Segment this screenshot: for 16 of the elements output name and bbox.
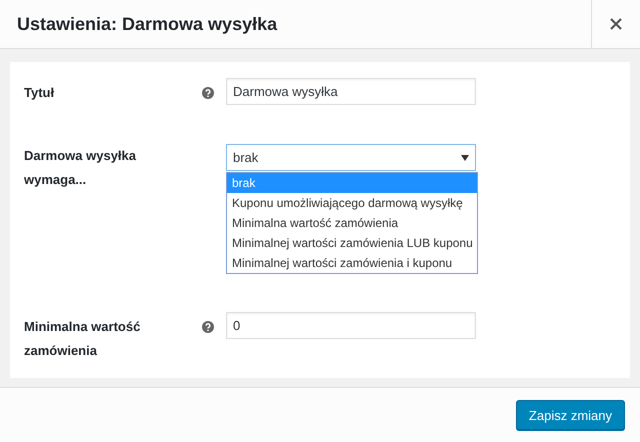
- field-label: Tytuł: [24, 84, 56, 102]
- field-label: Darmowa wysyłka wymaga...: [24, 147, 138, 190]
- text-field[interactable]: Darmowa wysyłka: [226, 78, 476, 106]
- dropdown-option[interactable]: Minimalna wartość zamówienia: [227, 213, 477, 234]
- help-icon[interactable]: [202, 87, 214, 100]
- help-icon[interactable]: [202, 321, 214, 334]
- text-field[interactable]: 0: [226, 312, 476, 340]
- select-field[interactable]: brak: [226, 144, 476, 172]
- dropdown-option[interactable]: Kuponu umożliwiającego darmową wysyłkę: [227, 193, 477, 214]
- save-button[interactable]: Zapisz zmiany: [516, 400, 625, 430]
- dropdown-option[interactable]: Minimalnej wartości zamówienia LUB kuponu: [227, 233, 477, 254]
- dropdown-option[interactable]: Minimalnej wartości zamówienia i kuponu: [227, 253, 477, 274]
- caret-icon: [461, 154, 469, 161]
- dialog-title: Ustawienia: Darmowa wysyłka: [16, 12, 278, 36]
- field-label: Minimalna wartość zamówienia: [24, 318, 142, 360]
- close-icon: [610, 18, 622, 30]
